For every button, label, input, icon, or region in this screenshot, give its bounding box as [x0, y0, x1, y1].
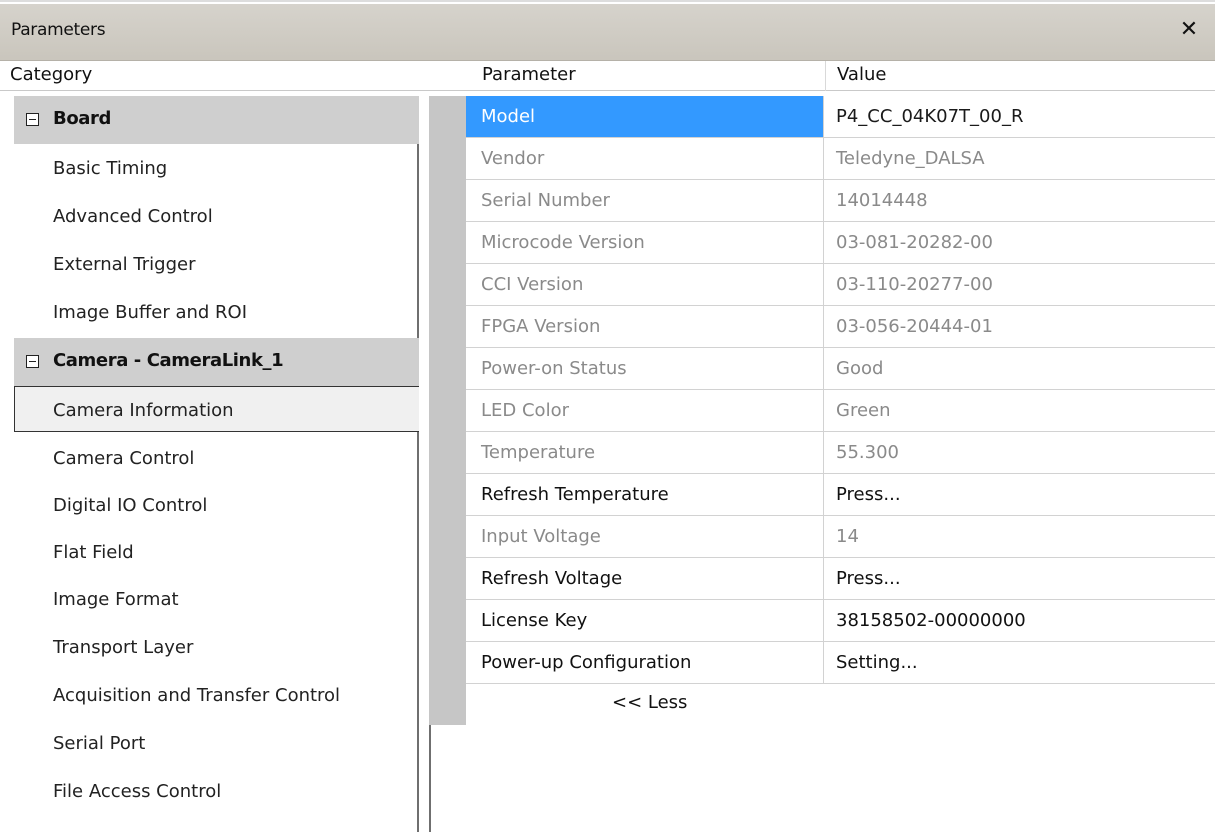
category-item-label: Image Buffer and ROI [53, 302, 248, 323]
parameter-name[interactable]: Vendor [466, 138, 824, 179]
parameter-row[interactable]: Microcode Version 03-081-20282-00 [466, 222, 1215, 264]
category-item-digital-io-control[interactable]: Digital IO Control [14, 481, 419, 527]
category-item-label: Camera Information [53, 400, 234, 421]
category-item-image-format[interactable]: Image Format [14, 575, 419, 621]
parameter-value: 03-056-20444-01 [836, 316, 993, 337]
category-item-label: Image Format [53, 589, 179, 610]
category-item-label: Camera Control [53, 448, 195, 469]
parameter-value: 03-081-20282-00 [836, 232, 993, 253]
parameter-value: 14 [836, 526, 859, 547]
column-divider[interactable] [825, 61, 826, 91]
parameter-value: 03-110-20277-00 [836, 274, 993, 295]
category-group-label: Camera - CameraLink_1 [53, 350, 284, 371]
column-header-row: Category Parameter Value [0, 61, 1215, 91]
category-tree: Board Basic Timing Advanced Control Exte… [14, 96, 419, 832]
parameter-value[interactable]: Press... [825, 558, 1215, 599]
category-item-label: Advanced Control [53, 206, 213, 227]
category-item-label: Transport Layer [53, 637, 194, 658]
parameter-name[interactable]: Power-up Configuration [466, 642, 824, 683]
parameter-name[interactable]: FPGA Version [466, 306, 824, 347]
category-item-label: File Access Control [53, 781, 222, 802]
window-title: Parameters [11, 20, 106, 40]
parameter-value: 14014448 [836, 190, 928, 211]
collapse-icon[interactable] [26, 113, 39, 126]
category-item-flat-field[interactable]: Flat Field [14, 528, 419, 574]
parameter-value[interactable]: 38158502-00000000 [825, 600, 1215, 641]
parameter-row[interactable]: FPGA Version 03-056-20444-01 [466, 306, 1215, 348]
parameter-name[interactable]: Model [466, 96, 824, 137]
parameter-name[interactable]: License Key [466, 600, 824, 641]
category-item-label: Acquisition and Transfer Control [53, 685, 341, 706]
parameter-column-header[interactable]: Parameter [482, 64, 576, 85]
category-item-acquisition-transfer-control[interactable]: Acquisition and Transfer Control [14, 671, 419, 717]
parameter-name[interactable]: Refresh Voltage [466, 558, 824, 599]
category-item-label: Serial Port [53, 733, 146, 754]
category-group-camera[interactable]: Camera - CameraLink_1 [14, 338, 419, 386]
parameter-value: 55.300 [836, 442, 899, 463]
category-item-camera-information[interactable]: Camera Information [14, 386, 419, 432]
category-item-advanced-control[interactable]: Advanced Control [14, 192, 419, 238]
parameter-name[interactable]: Serial Number [466, 180, 824, 221]
parameter-row[interactable]: Vendor Teledyne_DALSA [466, 138, 1215, 180]
parameter-name[interactable]: Input Voltage [466, 516, 824, 557]
parameter-row[interactable]: Power-up Configuration Setting... [466, 642, 1215, 684]
category-item-basic-timing[interactable]: Basic Timing [14, 144, 419, 190]
collapse-icon[interactable] [26, 355, 39, 368]
parameter-name[interactable]: Refresh Temperature [466, 474, 824, 515]
parameter-name[interactable]: CCI Version [466, 264, 824, 305]
less-button[interactable]: << Less [612, 692, 687, 713]
parameter-row[interactable]: Power-on Status Good [466, 348, 1215, 390]
category-group-board[interactable]: Board [14, 96, 419, 144]
parameter-row[interactable]: Refresh Voltage Press... [466, 558, 1215, 600]
parameter-row[interactable]: Refresh Temperature Press... [466, 474, 1215, 516]
category-item-serial-port[interactable]: Serial Port [14, 719, 419, 765]
category-column-header: Category [10, 64, 93, 85]
category-item-label: Digital IO Control [53, 495, 208, 516]
parameter-name[interactable]: Power-on Status [466, 348, 824, 389]
category-item-label: Basic Timing [53, 158, 168, 179]
parameter-row[interactable]: CCI Version 03-110-20277-00 [466, 264, 1215, 306]
parameter-value[interactable]: P4_CC_04K07T_00_R [825, 96, 1215, 137]
category-item-file-access-control[interactable]: File Access Control [14, 767, 419, 813]
category-item-transport-layer[interactable]: Transport Layer [14, 623, 419, 669]
parameter-name[interactable]: Microcode Version [466, 222, 824, 263]
category-item-label: External Trigger [53, 254, 196, 275]
parameter-row[interactable]: Serial Number 14014448 [466, 180, 1215, 222]
parameter-value[interactable]: Setting... [825, 642, 1215, 683]
value-column-header[interactable]: Value [837, 64, 886, 85]
category-group-label: Board [53, 108, 111, 129]
panel-divider [429, 725, 431, 832]
parameter-row[interactable]: Model P4_CC_04K07T_00_R [466, 96, 1215, 138]
title-bar: Parameters ✕ [0, 0, 1215, 61]
parameter-value: Teledyne_DALSA [836, 148, 985, 169]
parameter-row[interactable]: License Key 38158502-00000000 [466, 600, 1215, 642]
parameter-value: Good [836, 358, 884, 379]
parameter-name[interactable]: LED Color [466, 390, 824, 431]
category-item-external-trigger[interactable]: External Trigger [14, 240, 419, 286]
category-item-camera-control[interactable]: Camera Control [14, 434, 419, 480]
parameter-name[interactable]: Temperature [466, 432, 824, 473]
row-header-gutter [429, 96, 466, 725]
parameter-row[interactable]: LED Color Green [466, 390, 1215, 432]
category-item-label: Flat Field [53, 542, 134, 563]
parameter-row[interactable]: Temperature 55.300 [466, 432, 1215, 474]
category-item-image-buffer-roi[interactable]: Image Buffer and ROI [14, 288, 419, 334]
parameter-value[interactable]: Press... [825, 474, 1215, 515]
parameter-row[interactable]: Input Voltage 14 [466, 516, 1215, 558]
parameter-value: Green [836, 400, 891, 421]
close-icon[interactable]: ✕ [1175, 16, 1203, 44]
